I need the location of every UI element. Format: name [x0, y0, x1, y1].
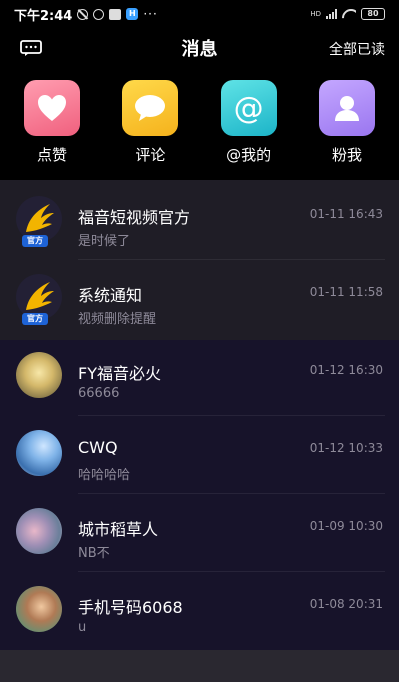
avatar	[16, 508, 62, 554]
avatar	[16, 430, 62, 476]
quick-action-label: @我的	[226, 146, 272, 164]
official-badge: 官方	[22, 313, 48, 325]
battery-icon: 80	[361, 8, 385, 20]
bottom-bar	[0, 650, 399, 682]
comment-icon	[135, 95, 166, 121]
message-row[interactable]: 官方 系统通知 视频删除提醒 01-11 11:58	[0, 260, 399, 338]
status-left: 下午2:44 H ···	[14, 5, 158, 24]
wifi-icon	[342, 9, 356, 19]
message-row[interactable]: 城市稻草人 NB不 01-09 10:30	[0, 494, 399, 572]
message-preview: u	[78, 620, 87, 635]
message-time: 01-12 10:33	[309, 441, 383, 455]
message-time: 01-11 16:43	[309, 207, 383, 221]
signal-hd-label: HD	[310, 10, 321, 18]
heart-icon	[38, 95, 66, 121]
status-time: 下午2:44	[14, 8, 73, 24]
likes-tile	[24, 80, 80, 136]
comments-tile	[122, 80, 179, 136]
status-bar: 下午2:44 H ··· HD 80	[0, 0, 399, 28]
mentions-tile: @	[220, 80, 277, 136]
message-sender: 福音短视频官方	[78, 208, 191, 227]
header: 消息 全部已读	[0, 28, 399, 68]
avatar	[16, 352, 62, 398]
message-preview: NB不	[78, 546, 110, 561]
message-list: 官方 福音短视频官方 是时候了 01-11 16:43 官方 系统通知 视频删除…	[0, 180, 399, 650]
quick-action-likes[interactable]: 点赞	[22, 80, 82, 166]
official-badge: 官方	[22, 235, 48, 247]
message-sender: 城市稻草人	[78, 520, 159, 539]
message-preview: 哈哈哈哈	[78, 468, 131, 483]
quick-actions: 点赞 评论 @ @我的 粉我	[0, 80, 399, 166]
quick-action-label: 粉我	[331, 146, 362, 164]
quick-action-comments[interactable]: 评论	[120, 80, 180, 166]
message-time: 01-11 11:58	[309, 285, 383, 299]
message-preview: 66666	[78, 386, 120, 401]
at-icon: @	[233, 90, 264, 126]
message-row[interactable]: 手机号码6068 u 01-08 20:31	[0, 572, 399, 650]
quick-action-label: 点赞	[36, 146, 67, 164]
avatar	[16, 586, 62, 632]
mark-all-read-button[interactable]: 全部已读	[329, 39, 385, 59]
message-time: 01-12 16:30	[309, 363, 383, 377]
quick-action-fans[interactable]: 粉我	[317, 80, 377, 166]
page-title: 消息	[181, 39, 218, 60]
message-row[interactable]: CWQ 哈哈哈哈 01-12 10:33	[0, 416, 399, 494]
message-preview: 视频删除提醒	[78, 312, 157, 327]
person-icon	[334, 96, 359, 121]
signal-icon	[326, 9, 337, 19]
message-time: 01-08 20:31	[309, 597, 383, 611]
message-sender: FY福音必火	[78, 364, 161, 383]
message-row[interactable]: 官方 福音短视频官方 是时候了 01-11 16:43	[0, 182, 399, 260]
message-preview: 是时候了	[78, 234, 131, 249]
app-badge-icon: H	[126, 8, 139, 20]
message-sender: 手机号码6068	[78, 598, 183, 617]
more-notifications-icon: ···	[143, 7, 158, 21]
quick-action-label: 评论	[135, 146, 166, 164]
message-time: 01-09 10:30	[309, 519, 383, 533]
message-sender: CWQ	[78, 438, 118, 457]
app-notification-icon	[109, 8, 122, 20]
chat-icon[interactable]	[20, 40, 42, 56]
mute-icon	[77, 8, 89, 20]
message-row[interactable]: FY福音必火 66666 01-12 16:30	[0, 338, 399, 416]
fans-tile	[318, 80, 375, 136]
message-sender: 系统通知	[78, 286, 143, 305]
quick-action-mentions[interactable]: @ @我的	[219, 80, 279, 166]
alarm-icon	[93, 8, 105, 20]
status-right: HD 80	[310, 8, 385, 20]
